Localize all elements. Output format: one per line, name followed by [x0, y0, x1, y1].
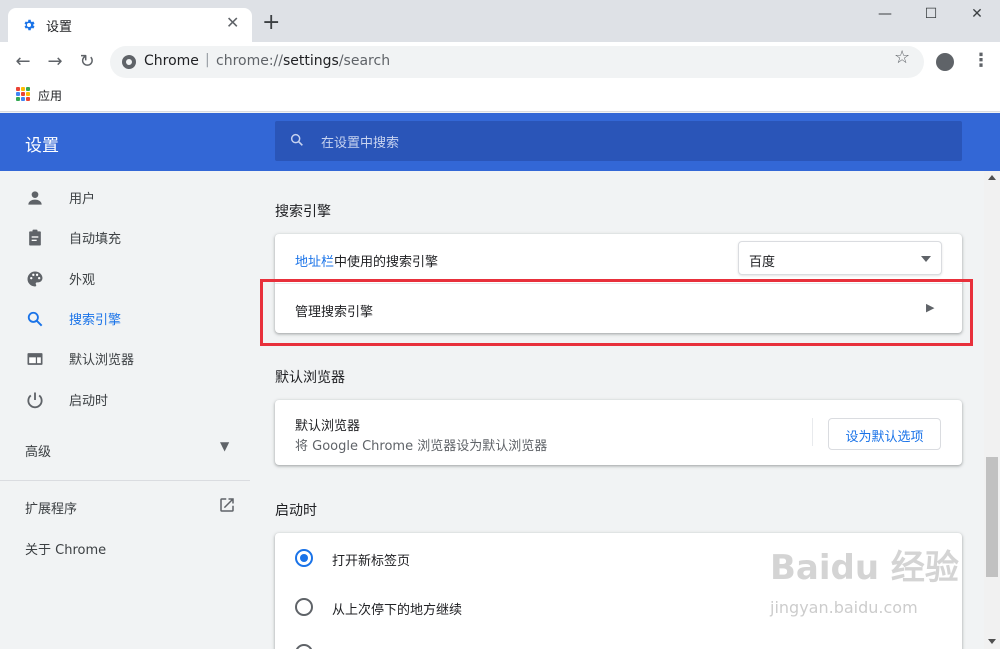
radio-label: 打开新标签页	[332, 554, 411, 569]
radio-open-new-tab[interactable]	[295, 549, 313, 567]
person-icon	[28, 191, 42, 205]
sidebar-divider	[0, 480, 250, 481]
palette-icon	[27, 271, 43, 287]
chevron-down-icon[interactable]: ▼	[220, 439, 229, 453]
sidebar-item-label: 用户	[69, 192, 96, 207]
button-label: 设为默认选项	[845, 430, 924, 445]
settings-search-input[interactable]: 在设置中搜索	[275, 121, 962, 161]
scroll-down-icon[interactable]	[988, 639, 996, 644]
maximize-button[interactable]: ☐	[920, 6, 942, 28]
browser-window-icon	[27, 353, 43, 365]
sidebar-item-appearance[interactable]: 外观	[0, 259, 250, 299]
sidebar-item-search-engine[interactable]: 搜索引擎	[0, 299, 250, 339]
new-tab-button[interactable]: +	[262, 12, 280, 34]
omnibox-separator: |	[205, 52, 210, 68]
search-engine-select[interactable]: 百度	[738, 241, 942, 275]
scrollbar-thumb[interactable]	[986, 457, 998, 577]
sidebar-item-default-browser[interactable]: 默认浏览器	[0, 339, 250, 379]
watermark: Baidu 经验 jingyan.baidu.com	[770, 540, 980, 630]
apps-grid-icon[interactable]	[16, 87, 30, 101]
site-info-icon[interactable]	[122, 55, 136, 69]
open-in-new-icon[interactable]	[218, 496, 236, 514]
title-bar: 设置 ✕ + — ☐ ✕	[0, 0, 1000, 42]
scrollbar[interactable]	[984, 171, 1000, 649]
bookmarks-bar: 应用	[0, 82, 1000, 112]
url-prefix: chrome://	[216, 53, 283, 69]
clipboard-icon	[29, 229, 41, 246]
select-value: 百度	[749, 255, 776, 270]
section-title-default-browser: 默认浏览器	[275, 370, 345, 386]
settings-sidebar: 用户 自动填充 外观 搜索引擎 默认浏览器 启动时 高级 ▼ 扩展程序 关于 C…	[0, 171, 250, 649]
sidebar-item-autofill[interactable]: 自动填充	[0, 218, 250, 258]
power-icon	[27, 392, 43, 409]
address-bar-engine-label: 地址栏中使用的搜索引擎	[295, 251, 438, 270]
vertical-divider	[812, 418, 813, 446]
tab-close-icon[interactable]: ✕	[226, 13, 239, 32]
kebab-menu-icon[interactable]: ⋮	[972, 50, 990, 71]
sidebar-item-on-startup[interactable]: 启动时	[0, 380, 250, 420]
address-bar[interactable]: Chrome | chrome://settings/search	[110, 46, 924, 78]
tab-title: 设置	[46, 20, 73, 35]
section-title-search-engine: 搜索引擎	[275, 204, 331, 220]
highlight-annotation-box	[260, 279, 973, 346]
sidebar-item-extensions[interactable]: 扩展程序	[25, 498, 77, 517]
radio-continue-where-left[interactable]	[295, 598, 313, 616]
sidebar-item-label: 外观	[69, 273, 96, 288]
close-window-button[interactable]: ✕	[966, 6, 988, 28]
profile-icon[interactable]	[936, 53, 954, 71]
page-title: 设置	[25, 136, 59, 156]
address-bar-suffix: 中使用的搜索引擎	[334, 255, 439, 270]
address-bar-link[interactable]: 地址栏	[295, 255, 334, 270]
omnibox-site-label: Chrome	[144, 53, 199, 69]
tab-settings[interactable]: 设置 ✕	[8, 8, 252, 42]
settings-header: 设置 在设置中搜索	[0, 113, 1000, 171]
sidebar-item-label: 自动填充	[69, 232, 122, 247]
radio-label: 从上次停下的地方继续	[332, 603, 463, 618]
watermark-url: jingyan.baidu.com	[770, 598, 918, 617]
set-default-button[interactable]: 设为默认选项	[828, 418, 941, 450]
url-host: settings	[283, 53, 339, 69]
forward-arrow-icon[interactable]: →	[41, 48, 69, 76]
default-browser-title: 默认浏览器	[295, 419, 361, 434]
watermark-logo: Baidu 经验	[770, 548, 959, 588]
sidebar-advanced-toggle[interactable]: 高级	[25, 441, 51, 460]
minimize-button[interactable]: —	[874, 6, 896, 28]
section-title-on-startup: 启动时	[275, 503, 317, 519]
apps-bookmark[interactable]: 应用	[38, 87, 62, 104]
settings-gear-icon	[24, 19, 35, 31]
search-placeholder: 在设置中搜索	[321, 136, 400, 151]
search-icon	[290, 133, 303, 146]
star-icon[interactable]: ☆	[894, 47, 910, 68]
omnibox-url[interactable]: chrome://settings/search	[216, 53, 390, 69]
search-icon	[27, 311, 43, 327]
sidebar-item-label: 搜索引擎	[69, 313, 122, 328]
caret-down-icon	[921, 256, 931, 262]
reload-icon[interactable]: ↻	[73, 48, 101, 76]
scroll-up-icon[interactable]	[988, 175, 996, 180]
sidebar-item-label: 启动时	[69, 394, 109, 409]
url-path: /search	[338, 53, 391, 69]
back-arrow-icon[interactable]: ←	[9, 48, 37, 76]
sidebar-item-label: 默认浏览器	[69, 353, 135, 368]
default-browser-subtitle: 将 Google Chrome 浏览器设为默认浏览器	[295, 439, 548, 454]
sidebar-item-about[interactable]: 关于 Chrome	[25, 539, 106, 558]
sidebar-item-users[interactable]: 用户	[0, 178, 250, 218]
browser-toolbar: ← → ↻ Chrome | chrome://settings/search	[0, 42, 1000, 82]
